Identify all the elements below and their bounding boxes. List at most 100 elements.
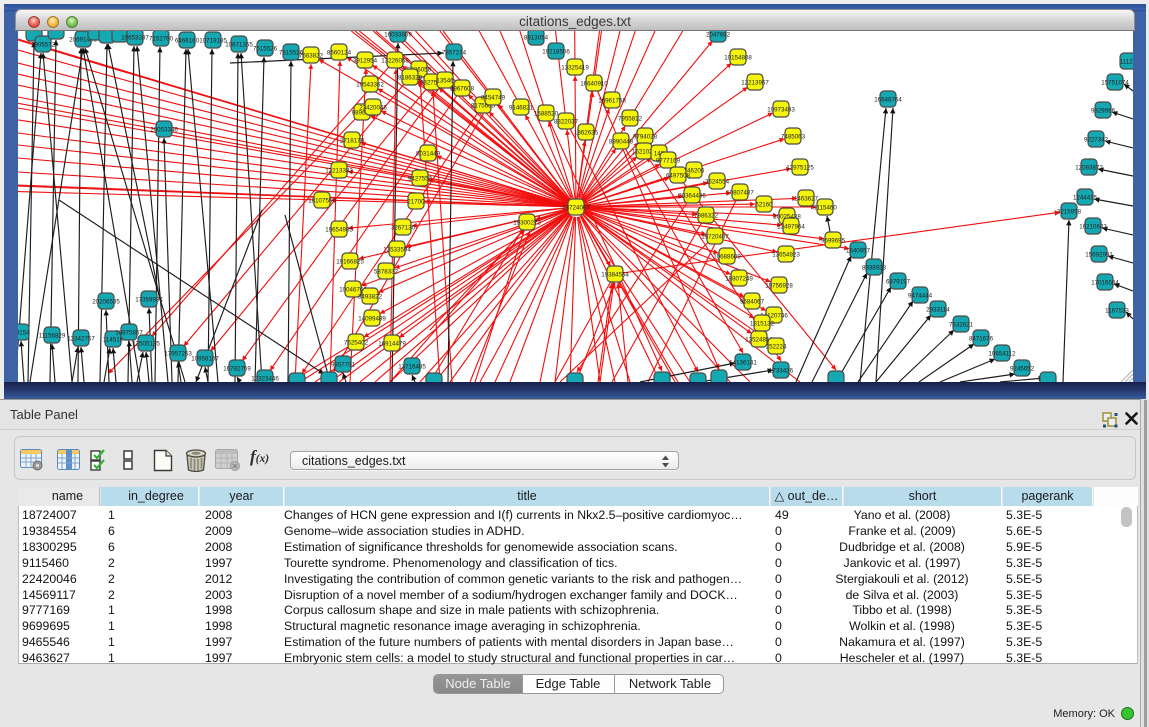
svg-text:13716485: 13716485 [398,363,426,370]
svg-text:1733426: 1733426 [769,367,794,374]
svg-text:5878332: 5878332 [374,268,399,275]
svg-text:20364436: 20364436 [678,192,706,199]
svg-text:8660124: 8660124 [327,49,352,56]
svg-text:1588520: 1588520 [534,110,559,117]
svg-text:10975867: 10975867 [115,329,143,336]
svg-text:19300273: 19300273 [513,219,541,226]
svg-text:1362635: 1362635 [574,129,599,136]
svg-text:10543362: 10543362 [356,81,384,88]
svg-text:19384554: 19384554 [601,271,629,278]
svg-text:7955812: 7955812 [618,115,643,122]
svg-text:1815132: 1815132 [750,320,775,327]
svg-text:20053346: 20053346 [150,126,178,133]
svg-text:18807249: 18807249 [725,275,753,282]
svg-text:2047682: 2047682 [706,31,731,38]
svg-text:1640957: 1640957 [846,247,871,254]
svg-text:10154808: 10154808 [724,54,752,61]
svg-text:39154: 39154 [18,329,30,336]
svg-text:12093872: 12093872 [1075,164,1103,171]
svg-text:8938923: 8938923 [862,264,887,271]
svg-text:13226058: 13226058 [381,57,409,64]
svg-text:13533594: 13533594 [383,246,411,253]
svg-text:15751074: 15751074 [1101,79,1129,86]
svg-text:1805572: 1805572 [31,41,56,48]
svg-text:19166825: 19166825 [336,258,364,265]
svg-text:9245652: 9245652 [1010,365,1035,372]
svg-text:10671355: 10671355 [225,41,253,48]
svg-text:11124: 11124 [1120,58,1133,65]
svg-text:11156829: 11156829 [39,332,66,339]
svg-text:10719185: 10719185 [199,37,227,44]
svg-text:9474444: 9474444 [908,292,933,299]
svg-text:6497508: 6497508 [666,172,691,179]
svg-text:3493822: 3493822 [358,293,383,300]
svg-text:14136141: 14136141 [729,359,757,366]
svg-text:2933114: 2933114 [926,306,950,313]
svg-text:3624554: 3624554 [705,178,730,185]
svg-text:6879197: 6879197 [886,278,911,285]
svg-text:8813054: 8813054 [524,34,549,41]
svg-text:10973493: 10973493 [767,106,795,113]
svg-text:12323446: 12323446 [251,375,279,382]
svg-text:13325419: 13325419 [561,64,589,71]
svg-text:17016504: 17016504 [1091,279,1119,286]
svg-text:19654985: 19654985 [325,226,353,233]
svg-text:16648764: 16648764 [874,96,902,103]
svg-text:12975125: 12975125 [786,164,814,171]
svg-text:7485063: 7485063 [781,133,806,140]
svg-text:3267130: 3267130 [391,224,416,231]
svg-text:8322037: 8322037 [554,118,579,125]
svg-text:10958107: 10958107 [191,355,219,362]
svg-text:7515526: 7515526 [253,45,278,52]
svg-text:9427552: 9427552 [408,175,433,182]
svg-text:6466160: 6466160 [175,37,200,44]
svg-text:1463627: 1463627 [794,195,819,202]
svg-text:12505135: 12505135 [132,340,160,347]
svg-text:14099489: 14099489 [358,315,386,322]
svg-text:10654112: 10654112 [988,350,1016,357]
svg-text:7152760: 7152760 [149,35,174,42]
svg-text:7625402: 7625402 [344,339,369,346]
svg-text:12213383: 12213383 [325,167,353,174]
svg-text:7357274: 7357274 [442,49,467,56]
svg-text:19756928: 19756928 [765,282,793,289]
svg-text:9699695: 9699695 [821,237,846,244]
svg-text:7632621: 7632621 [949,321,974,328]
svg-text:16782759: 16782759 [223,365,251,372]
svg-text:8471676: 8471676 [969,335,994,342]
svg-text:19218506: 19218506 [542,48,570,55]
svg-text:1244415: 1244415 [1073,194,1098,201]
svg-text:9794028: 9794028 [633,133,658,140]
svg-text:13497964: 13497964 [777,223,805,230]
svg-text:2967608: 2967608 [450,85,475,92]
svg-text:8990448: 8990448 [609,138,634,145]
svg-text:9777169: 9777169 [656,157,681,164]
svg-text:62160: 62160 [755,201,773,208]
svg-text:2718179: 2718179 [340,137,365,144]
svg-text:13654923: 13654923 [772,251,800,258]
svg-text:17359934: 17359934 [135,296,163,303]
svg-text:12342757: 12342757 [67,335,95,342]
svg-text:8454749: 8454749 [481,94,506,101]
svg-text:17957253: 17957253 [164,350,192,357]
svg-text:3215958: 3215958 [1057,208,1082,215]
svg-text:16961758: 16961758 [598,97,626,104]
svg-text:20206535: 20206535 [92,298,120,305]
svg-text:16640910: 16640910 [580,80,608,87]
svg-text:8186328: 8186328 [398,74,423,81]
svg-text:9329966: 9329966 [1091,107,1116,114]
svg-text:7986322: 7986322 [694,212,719,219]
svg-text:1167533: 1167533 [1105,307,1129,314]
svg-text:16033809: 16033809 [384,31,412,38]
svg-text:9857791: 9857791 [331,361,356,368]
svg-text:114519: 114519 [103,336,124,343]
svg-text:10688609: 10688609 [713,253,741,260]
svg-text:9227342: 9227342 [1084,136,1109,143]
svg-text:16914479: 16914479 [378,340,406,347]
svg-text:23420046: 23420046 [359,104,387,111]
svg-text:16210643: 16210643 [1079,223,1107,230]
svg-text:10653287: 10653287 [121,34,149,41]
svg-text:18724007: 18724007 [562,204,590,211]
svg-text:3912954: 3912954 [353,57,378,64]
svg-text:13546: 13546 [436,77,454,84]
